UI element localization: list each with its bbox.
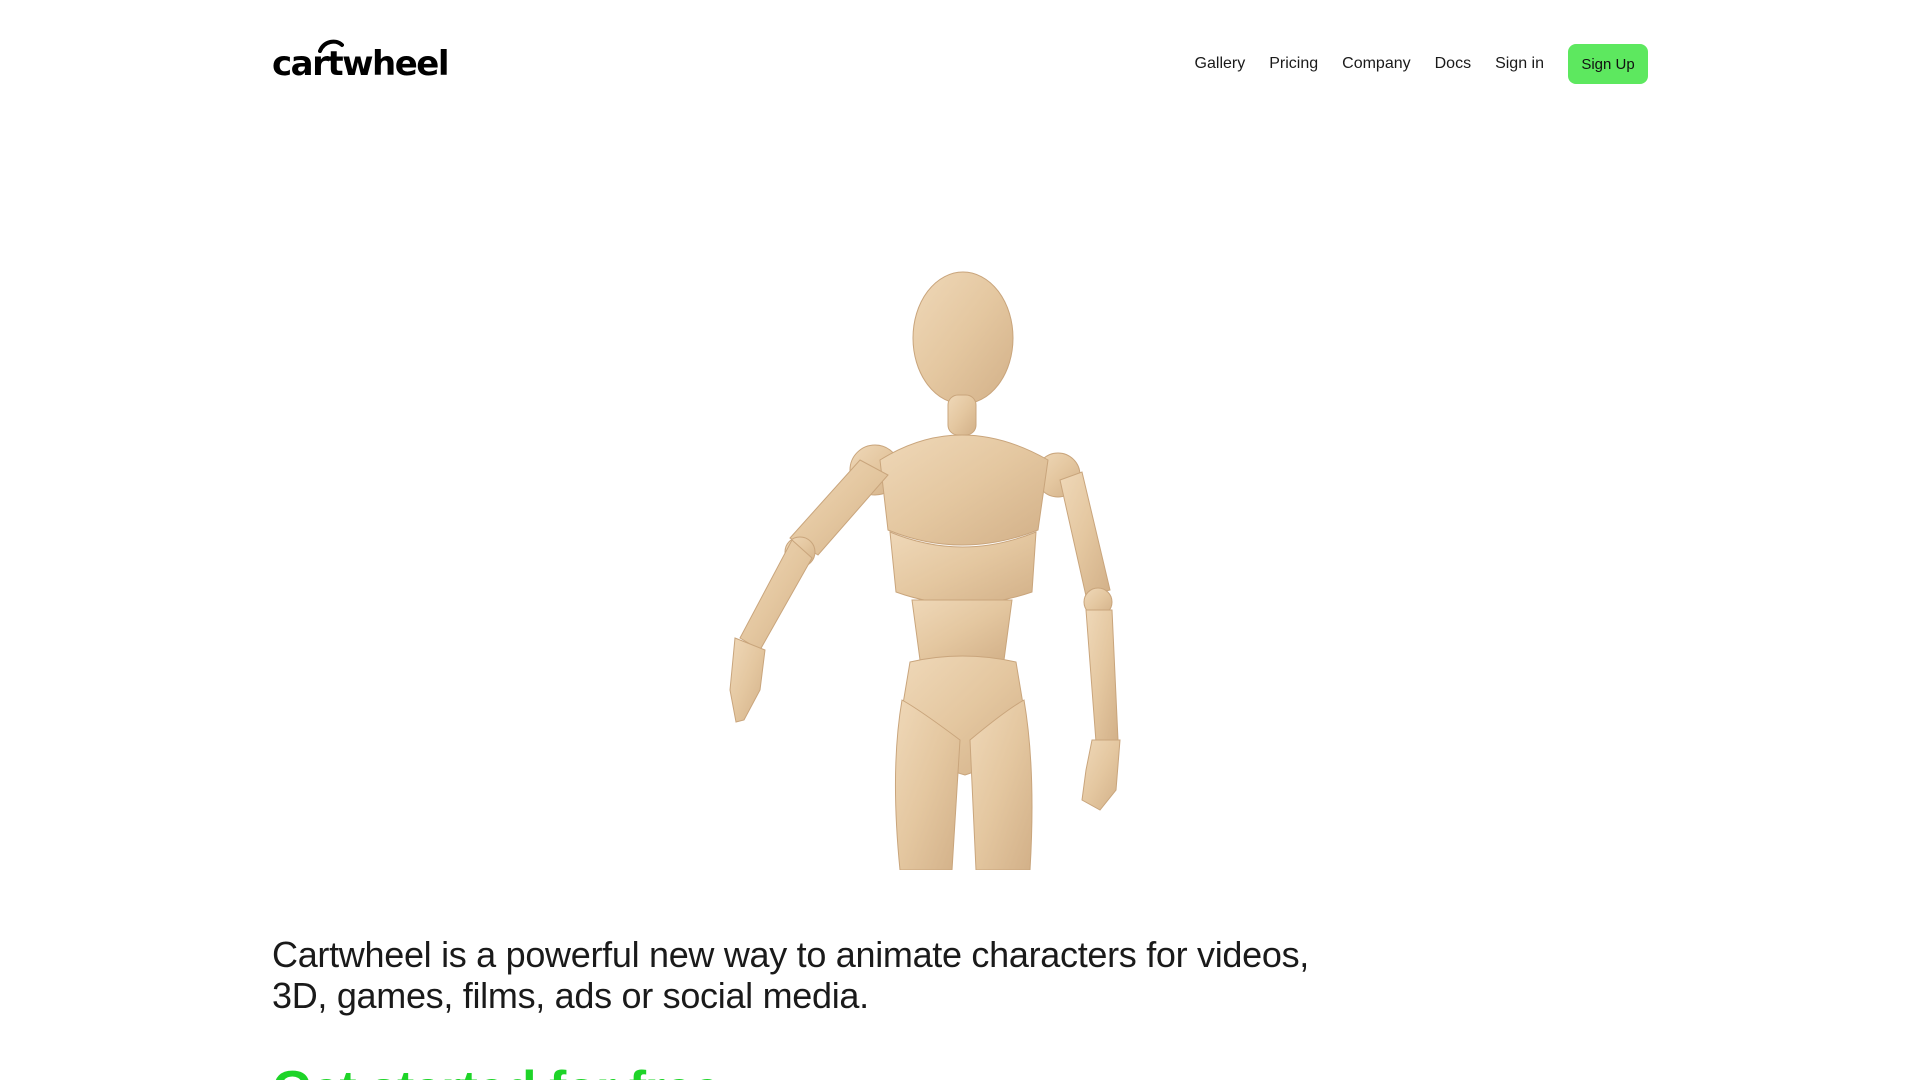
landing-page: cartwheel Gallery Pricing Company Docs S… xyxy=(0,0,1920,1080)
arrow-right-icon: → xyxy=(742,1073,772,1080)
logo-swoosh-icon xyxy=(318,39,344,53)
nav-docs[interactable]: Docs xyxy=(1435,55,1471,73)
nav-company[interactable]: Company xyxy=(1342,55,1410,73)
logo-wordmark: cartwheel xyxy=(272,44,450,84)
cta-label: Get started for free xyxy=(272,1060,721,1080)
nav-sign-in[interactable]: Sign in xyxy=(1495,55,1544,73)
nav-pricing[interactable]: Pricing xyxy=(1269,55,1318,73)
hero-tagline: Cartwheel is a powerful new way to anima… xyxy=(272,934,1309,1016)
sign-up-button[interactable]: Sign Up xyxy=(1568,44,1648,84)
get-started-link[interactable]: Get started for free → xyxy=(272,1060,772,1080)
main-nav: Gallery Pricing Company Docs Sign in Sig… xyxy=(1195,44,1648,84)
site-header: cartwheel Gallery Pricing Company Docs S… xyxy=(272,39,1648,88)
nav-gallery[interactable]: Gallery xyxy=(1195,55,1246,73)
cartwheel-logo[interactable]: cartwheel xyxy=(272,39,450,84)
mannequin-image xyxy=(729,271,1121,870)
